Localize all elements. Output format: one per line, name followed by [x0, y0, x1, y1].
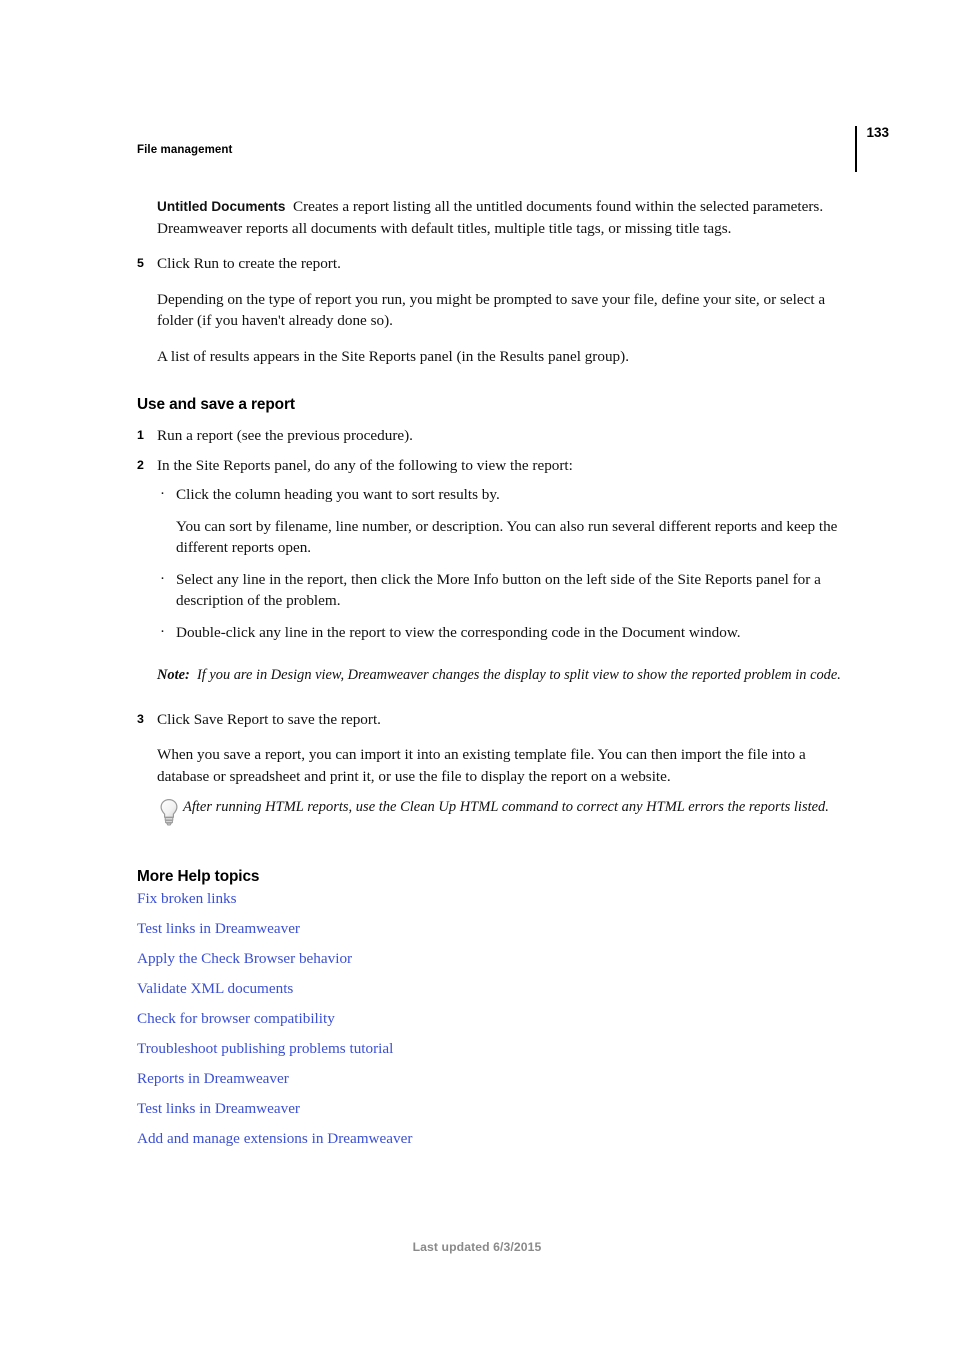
- note-text: If you are in Design view, Dreamweaver c…: [196, 667, 841, 684]
- running-header: File management: [137, 144, 233, 156]
- ordered-step-5: 5 Click Run to create the report.: [137, 253, 852, 275]
- step-number: 3: [137, 711, 144, 726]
- bullet-marker: ·: [160, 623, 165, 640]
- bullet-item: · Select any line in the report, then cl…: [157, 569, 852, 612]
- page-footer: Last updated 6/3/2015: [412, 1240, 542, 1254]
- step-text: Click Save Report to save the report.: [157, 710, 381, 728]
- tip-text: After running HTML reports, use the Clea…: [183, 799, 829, 816]
- note-paragraph: Note: If you are in Design view, Dreamwe…: [157, 665, 852, 686]
- help-link[interactable]: Fix broken links: [137, 889, 852, 909]
- ordered-step-2: 2 In the Site Reports panel, do any of t…: [137, 455, 852, 477]
- untitled-documents-paragraph: Untitled Documents Creates a report list…: [157, 196, 852, 239]
- bullet-text: Double-click any line in the report to v…: [176, 623, 741, 641]
- bullet-marker: ·: [160, 486, 165, 502]
- step-number: 1: [137, 428, 144, 442]
- bullet-marker: ·: [160, 570, 165, 587]
- step-number: 2: [137, 457, 144, 472]
- step-text: Run a report (see the previous procedure…: [157, 427, 413, 444]
- bullet-text: Click the column heading you want to sor…: [176, 486, 500, 503]
- section-heading-use-and-save: Use and save a report: [137, 396, 295, 413]
- document-page: File management 133 Untitled Documents C…: [0, 0, 954, 1350]
- ordered-step-3: 3 Click Save Report to save the report.: [137, 709, 852, 731]
- help-link[interactable]: Validate XML documents: [137, 979, 852, 999]
- step-text: In the Site Reports panel, do any of the…: [157, 456, 573, 474]
- page-number: 133: [866, 125, 889, 140]
- bullet-item: · Double-click any line in the report to…: [157, 622, 852, 644]
- page-folio: 133: [855, 126, 889, 172]
- folio-rule: [855, 126, 858, 172]
- note-label: Note:: [157, 667, 190, 684]
- step5-followup-paragraph-2: A list of results appears in the Site Re…: [157, 347, 629, 365]
- term-space: [285, 198, 293, 215]
- bullet-text: Select any line in the report, then clic…: [176, 570, 821, 610]
- help-link[interactable]: Check for browser compatibility: [137, 1009, 852, 1029]
- bullet1-followup-paragraph: You can sort by filename, line number, o…: [176, 517, 838, 557]
- help-link[interactable]: Test links in Dreamweaver: [137, 919, 852, 939]
- more-help-links-list: Fix broken links Test links in Dreamweav…: [137, 889, 852, 1149]
- help-link[interactable]: Test links in Dreamweaver: [137, 1099, 852, 1119]
- tip-block: After running HTML reports, use the Clea…: [157, 797, 852, 831]
- step-text: Click Run to create the report.: [157, 255, 341, 272]
- ordered-step-1: 1 Run a report (see the previous procedu…: [137, 425, 852, 447]
- note-space: [190, 667, 197, 683]
- help-link[interactable]: Apply the Check Browser behavior: [137, 949, 852, 969]
- help-link[interactable]: Add and manage extensions in Dreamweaver: [137, 1129, 852, 1149]
- page-content: Untitled Documents Creates a report list…: [137, 196, 852, 1159]
- more-help-topics-heading: More Help topics: [137, 868, 260, 886]
- lightbulb-icon: [159, 798, 179, 826]
- step5-followup-paragraph-1: Depending on the type of report you run,…: [157, 290, 826, 330]
- bullet-item: · Click the column heading you want to s…: [157, 484, 852, 506]
- step3-followup-paragraph: When you save a report, you can import i…: [157, 746, 806, 785]
- step-number: 5: [137, 256, 144, 270]
- untitled-documents-term: Untitled Documents: [157, 199, 286, 214]
- help-link[interactable]: Troubleshoot publishing problems tutoria…: [137, 1039, 852, 1059]
- help-link[interactable]: Reports in Dreamweaver: [137, 1069, 852, 1089]
